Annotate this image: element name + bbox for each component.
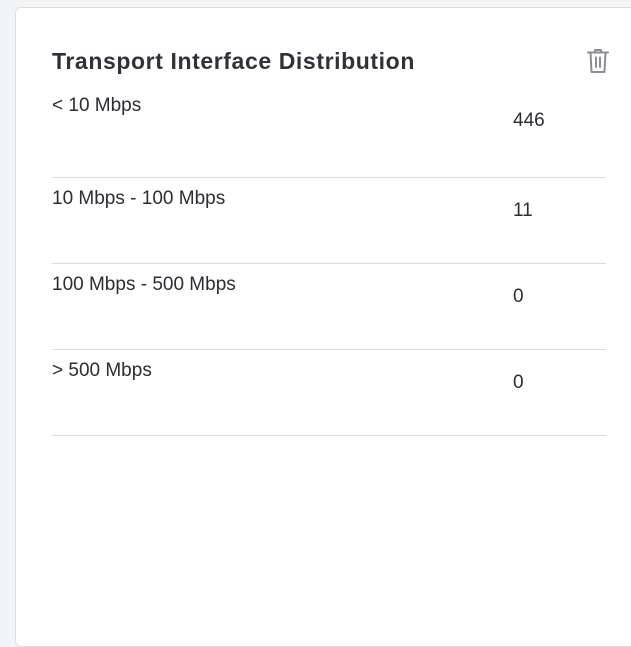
interface-count: 11	[513, 200, 533, 221]
interface-count: 0	[513, 372, 524, 393]
list-item: 100 Mbps - 500 Mbps 0	[52, 264, 606, 350]
bandwidth-range-label: 100 Mbps - 500 Mbps	[52, 274, 236, 295]
transport-interface-distribution-card: Transport Interface Distribution < 10 Mb…	[15, 7, 631, 647]
widget-title: Transport Interface Distribution	[52, 48, 415, 74]
bandwidth-range-label: > 500 Mbps	[52, 360, 152, 381]
interface-count: 446	[513, 110, 545, 131]
delete-widget-button[interactable]	[586, 48, 610, 74]
list-item: > 500 Mbps 0	[52, 350, 606, 436]
trash-icon	[587, 49, 609, 73]
interface-count: 0	[513, 286, 524, 307]
distribution-list: < 10 Mbps 446 10 Mbps - 100 Mbps 11 100 …	[52, 93, 606, 436]
list-item: < 10 Mbps 446	[52, 93, 606, 178]
bandwidth-range-label: 10 Mbps - 100 Mbps	[52, 188, 226, 209]
list-item: 10 Mbps - 100 Mbps 11	[52, 178, 606, 264]
bandwidth-range-label: < 10 Mbps	[52, 95, 142, 116]
